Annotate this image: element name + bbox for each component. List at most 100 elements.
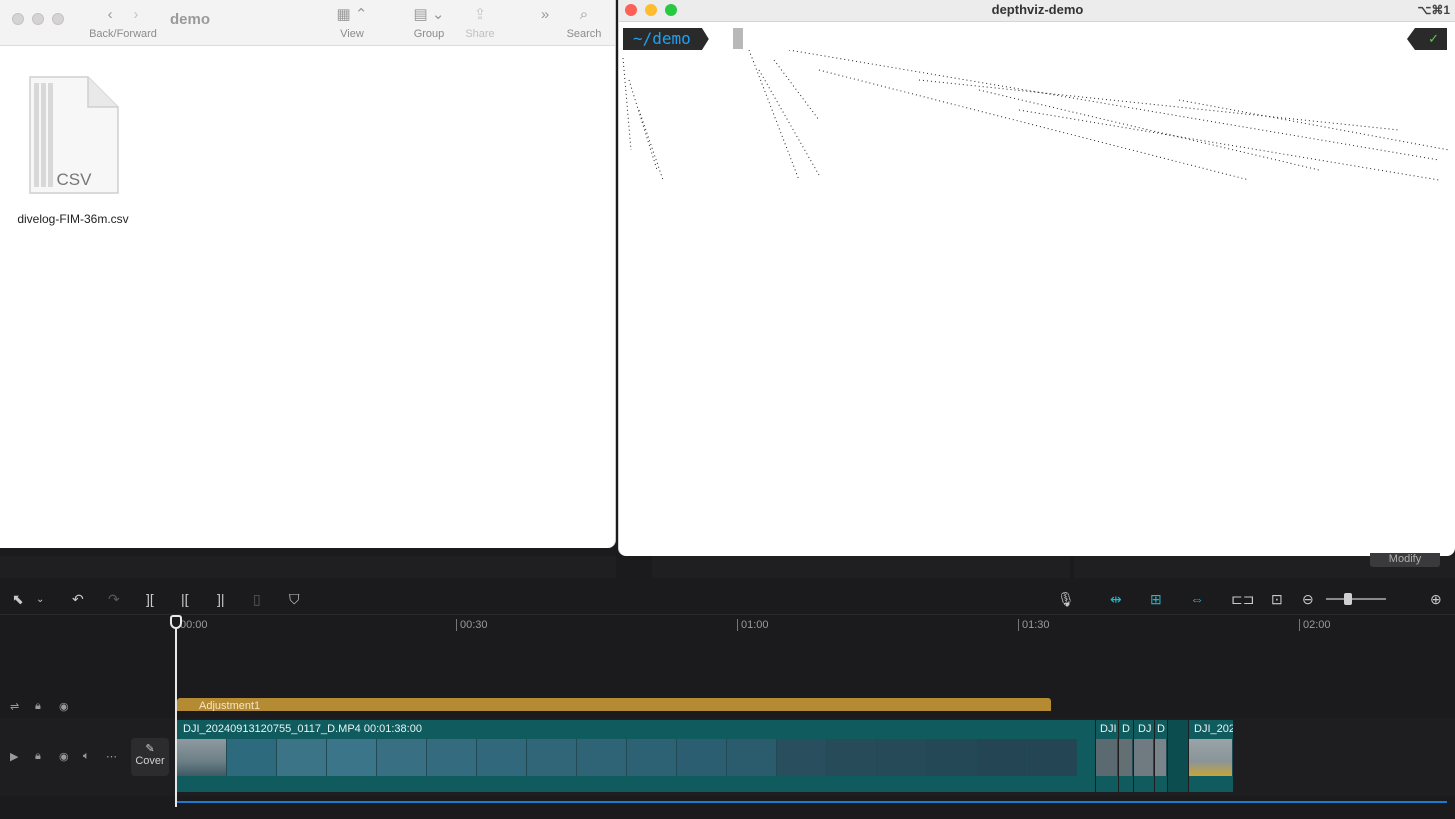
clip-label: DJI: [1100, 723, 1117, 735]
file-name[interactable]: divelog-FIM-36m.csv: [8, 212, 138, 226]
desktop: ‹ › Back/Forward demo ▦ ⌃ View ▤ ⌄ Group…: [0, 0, 1455, 819]
ruler-label: 00:30: [460, 619, 488, 631]
clip-thumbnail: [977, 739, 1027, 776]
back-forward-control[interactable]: ‹ › Back/Forward: [86, 4, 160, 40]
adjustment-clip[interactable]: Adjustment1: [177, 698, 1051, 711]
delete-icon[interactable]: ▯: [253, 591, 261, 608]
preview-axis-icon[interactable]: ⊏⊐: [1231, 591, 1254, 608]
terminal-shortcut: ⌥⌘1: [1417, 3, 1450, 17]
more-toolbar-button[interactable]: »: [534, 4, 556, 26]
eye-icon[interactable]: ◉: [59, 750, 69, 763]
terminal-window: depthviz-demo ⌥⌘1 ~/demo ✓: [618, 0, 1455, 556]
playhead-handle[interactable]: [170, 615, 182, 629]
zoom-out-icon[interactable]: ⊖: [1302, 591, 1314, 608]
clip-thumbnail: [727, 739, 777, 776]
microphone-icon[interactable]: 🎙: [1057, 591, 1075, 608]
csv-file-icon[interactable]: CSV: [26, 75, 121, 197]
ruler-tick: [1299, 619, 1300, 631]
split-icon[interactable]: ][: [146, 591, 154, 607]
zoom-in-icon[interactable]: ⊕: [1430, 591, 1442, 608]
share-button[interactable]: ⇪ Share: [462, 4, 498, 40]
linkage-icon[interactable]: ⇔: [1190, 591, 1204, 607]
select-tool-icon[interactable]: ⬉: [12, 591, 24, 608]
close-button[interactable]: [12, 13, 24, 25]
ruler-tick: [1018, 619, 1019, 631]
lock-icon[interactable]: 🔒︎: [35, 750, 41, 763]
video-clip[interactable]: DJI: [1096, 720, 1118, 792]
marker-icon[interactable]: ⛉: [289, 591, 300, 608]
chevron-left-icon[interactable]: ‹: [108, 6, 113, 23]
adjustment-clip-label: Adjustment1: [199, 700, 261, 711]
ruler-label: 01:00: [741, 619, 769, 631]
main-video-clip[interactable]: DJI_20240913120755_0117_D.MP4 00:01:38:0…: [177, 720, 1095, 792]
clip-thumbnail: [527, 739, 577, 776]
group-icon: ▤ ⌄: [413, 6, 445, 23]
clip-thumbnail: [927, 739, 977, 776]
trim-left-icon[interactable]: |[: [181, 591, 189, 607]
clip-thumbnail: [827, 739, 877, 776]
timeline-ruler[interactable]: [0, 615, 1455, 637]
window-title: demo: [170, 11, 211, 28]
clip-thumbnail: [377, 739, 427, 776]
status-check: ✓: [1407, 28, 1447, 50]
video-clip[interactable]: D: [1119, 720, 1133, 792]
video-clip[interactable]: [1168, 720, 1188, 792]
auto-snap-icon[interactable]: ⊞: [1150, 591, 1162, 608]
clip-thumbnail: [1119, 739, 1133, 776]
video-track-icon: ▶: [10, 751, 19, 763]
video-clip[interactable]: D: [1155, 720, 1167, 792]
playhead[interactable]: [175, 615, 177, 807]
clip-thumbnail: [177, 739, 227, 776]
zoom-button[interactable]: [52, 13, 64, 25]
clip-label: DJI_202: [1194, 723, 1233, 735]
chevron-down-icon[interactable]: ⌄: [36, 594, 44, 605]
undo-icon[interactable]: ↶: [72, 591, 84, 608]
search-label: Search: [566, 28, 602, 40]
redo-icon[interactable]: ↷: [108, 591, 120, 608]
terminal-title: depthviz-demo: [991, 2, 1084, 17]
speaker-icon[interactable]: 🔈︎: [83, 750, 90, 763]
clip-thumbnail: [1027, 739, 1077, 776]
clip-thumbnail: [1096, 739, 1118, 776]
zoom-slider-handle[interactable]: [1344, 593, 1352, 605]
group-label: Group: [413, 28, 445, 40]
more-options-icon[interactable]: ⋯: [106, 750, 117, 763]
search-button[interactable]: ⌕ Search: [562, 4, 606, 40]
clip-thumbnail: [277, 739, 327, 776]
fit-timeline-icon[interactable]: ⊡: [1271, 591, 1283, 608]
ruler-label: 00:00: [180, 619, 208, 631]
group-button[interactable]: ▤ ⌄ Group: [410, 4, 448, 40]
timeline-scrollbar[interactable]: [0, 812, 1455, 819]
video-clip[interactable]: DJI_202: [1189, 720, 1233, 792]
ruler-label: 02:00: [1303, 619, 1331, 631]
text-cursor: [733, 28, 743, 49]
view-button[interactable]: ▦ ⌃ View: [334, 4, 370, 40]
adjustment-track-icon: ⇌: [10, 701, 20, 713]
chevron-right-icon[interactable]: ›: [133, 6, 138, 23]
back-forward-label: Back/Forward: [89, 28, 157, 40]
editor-background: [0, 556, 616, 578]
editor-background: [652, 556, 1070, 578]
ruler-tick: [456, 619, 457, 631]
lock-icon[interactable]: 🔒︎: [35, 700, 41, 713]
trim-right-icon[interactable]: ]|: [217, 591, 225, 607]
finder-window: ‹ › Back/Forward demo ▦ ⌃ View ▤ ⌄ Group…: [0, 0, 616, 548]
zoom-slider-track[interactable]: [1326, 598, 1386, 600]
eye-icon[interactable]: ◉: [59, 700, 69, 713]
clip-thumbnail: [1189, 739, 1233, 776]
main-track-magnet-icon[interactable]: ⇹: [1110, 591, 1122, 608]
video-clip[interactable]: DJ: [1134, 720, 1154, 792]
clip-thumbnail: [577, 739, 627, 776]
terminal-render-artifacts: [622, 50, 1450, 181]
finder-toolbar: ‹ › Back/Forward demo ▦ ⌃ View ▤ ⌄ Group…: [0, 0, 615, 46]
share-icon: ⇪: [473, 6, 487, 23]
cover-label: Cover: [135, 755, 165, 767]
minimize-button[interactable]: [32, 13, 44, 25]
shell-prompt: ~/demo: [623, 28, 709, 50]
timeline-toolbar: ⬉ ⌄ ↶ ↷ ][ |[ ]| ▯ ⛉ 🎙 ⇹ ⊞ ⇔ ⊏⊐ ⊡ ⊖ ⊕: [0, 585, 1455, 615]
clip-thumbnail: [877, 739, 927, 776]
cover-button[interactable]: ✎ Cover: [131, 738, 169, 776]
clip-thumbnail: [227, 739, 277, 776]
modify-button[interactable]: Modify: [1370, 553, 1440, 567]
clip-thumbnail: [1134, 739, 1154, 776]
